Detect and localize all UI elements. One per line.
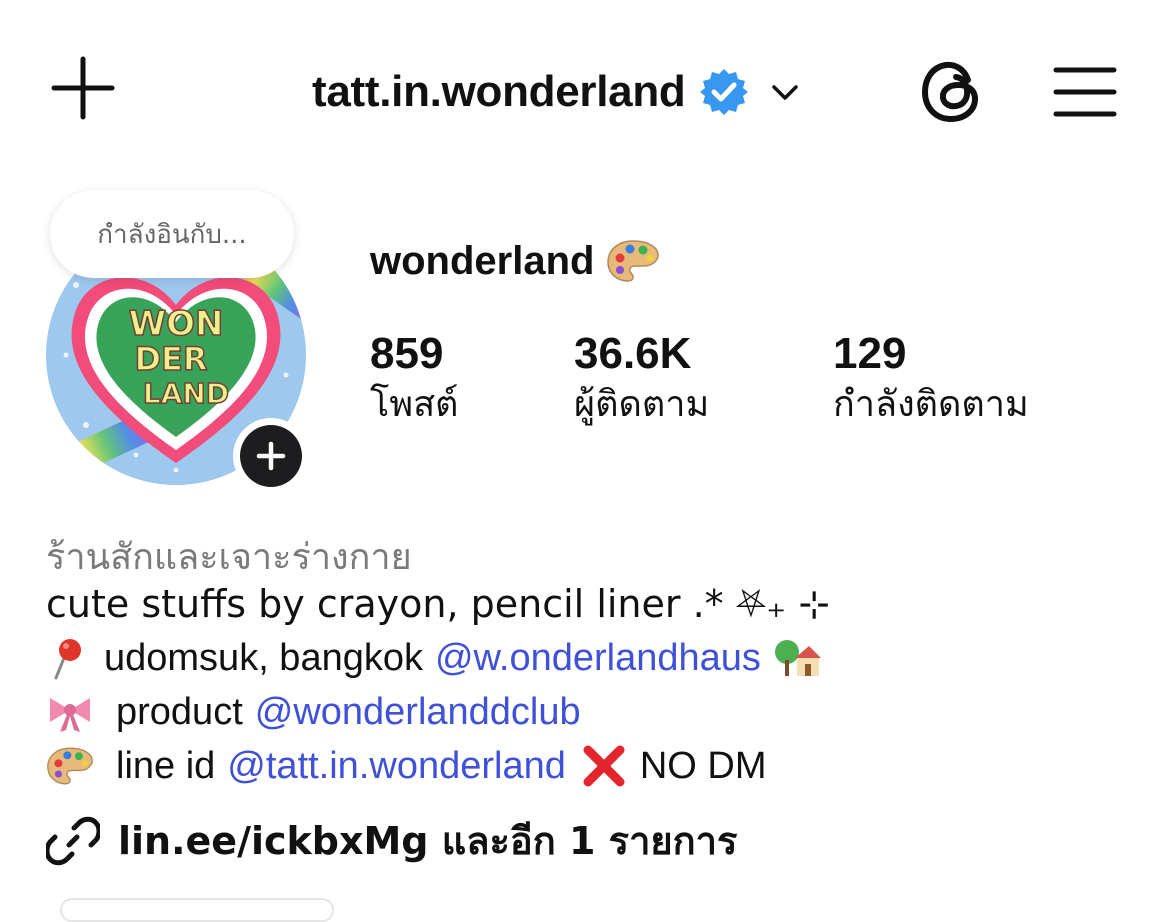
bio-no-dm-text: NO DM: [639, 744, 767, 787]
bio-line-1-text: cute stuffs by crayon, pencil liner .* ⛧…: [46, 582, 831, 626]
svg-text:LAND: LAND: [143, 377, 229, 410]
bio-location-text: udomsuk, bangkok: [104, 636, 423, 679]
bio-line-2: udomsuk, bangkok @w.onderlandhaus: [46, 636, 821, 680]
bio-line-id-text: line id: [116, 744, 216, 787]
house-with-garden-icon: [774, 640, 821, 676]
bio-line-4: line id @tatt.in.wonderland NO DM: [46, 744, 767, 788]
profile-link-text: lin.ee/ickbxMg และอีก 1 รายการ: [118, 819, 738, 863]
stat-followers-value: 36.6K: [574, 329, 692, 378]
stat-posts-label: โพสต์: [370, 384, 459, 425]
menu-icon: [1053, 67, 1117, 117]
stat-posts[interactable]: 859 โพสต์: [370, 330, 458, 432]
stat-posts-value: 859: [370, 329, 444, 378]
cross-mark-icon: [583, 745, 625, 787]
mention-wonderlanddclub[interactable]: @wonderlanddclub: [255, 691, 581, 734]
artist-palette-icon: [607, 240, 660, 282]
svg-text:WON: WON: [129, 304, 224, 344]
stat-following-label: กำลังติดตาม: [833, 384, 1029, 425]
note-text: กำลังอินกับ...: [97, 219, 247, 250]
add-story-button[interactable]: [233, 418, 309, 494]
ribbon-icon: [50, 698, 90, 732]
mention-tatt-in-wonderland[interactable]: @tatt.in.wonderland: [227, 745, 566, 788]
header-username: tatt.in.wonderland: [312, 67, 686, 116]
round-pushpin-icon: [54, 639, 81, 680]
menu-button[interactable]: [1052, 64, 1118, 120]
note-bubble[interactable]: กำลังอินกับ...: [50, 190, 294, 278]
bio-product-text: product: [116, 690, 243, 733]
create-plus-button[interactable]: [50, 55, 116, 121]
account-switcher[interactable]: tatt.in.wonderland: [312, 62, 803, 122]
stat-followers[interactable]: 36.6K ผู้ติดตาม: [574, 330, 709, 432]
edit-profile-button-edge[interactable]: [60, 898, 334, 922]
chevron-down-icon[interactable]: [767, 74, 803, 110]
profile-link[interactable]: lin.ee/ickbxMg และอีก 1 รายการ: [46, 810, 737, 871]
plus-icon: [51, 56, 115, 120]
display-name: wonderland: [370, 238, 595, 283]
bio-line-3: product @wonderlanddclub: [46, 690, 581, 734]
link-icon: [46, 816, 100, 865]
mention-w-onderlandhaus[interactable]: @w.onderlandhaus: [435, 637, 761, 680]
verified-badge-icon: [700, 69, 749, 115]
svg-text:DER: DER: [134, 340, 207, 378]
stat-following-value: 129: [833, 329, 907, 378]
display-name-row: wonderland: [370, 238, 660, 284]
artist-palette-icon: [47, 747, 93, 785]
category-label: ร้านสักและเจาะร่างกาย: [46, 537, 412, 578]
stat-followers-label: ผู้ติดตาม: [574, 384, 710, 425]
bio-line-1: cute stuffs by crayon, pencil liner .* ⛧…: [46, 582, 830, 627]
stat-following[interactable]: 129 กำลังติดตาม: [833, 330, 1029, 432]
threads-button[interactable]: [918, 58, 986, 126]
plus-icon: [256, 441, 286, 471]
threads-icon: [921, 61, 979, 123]
